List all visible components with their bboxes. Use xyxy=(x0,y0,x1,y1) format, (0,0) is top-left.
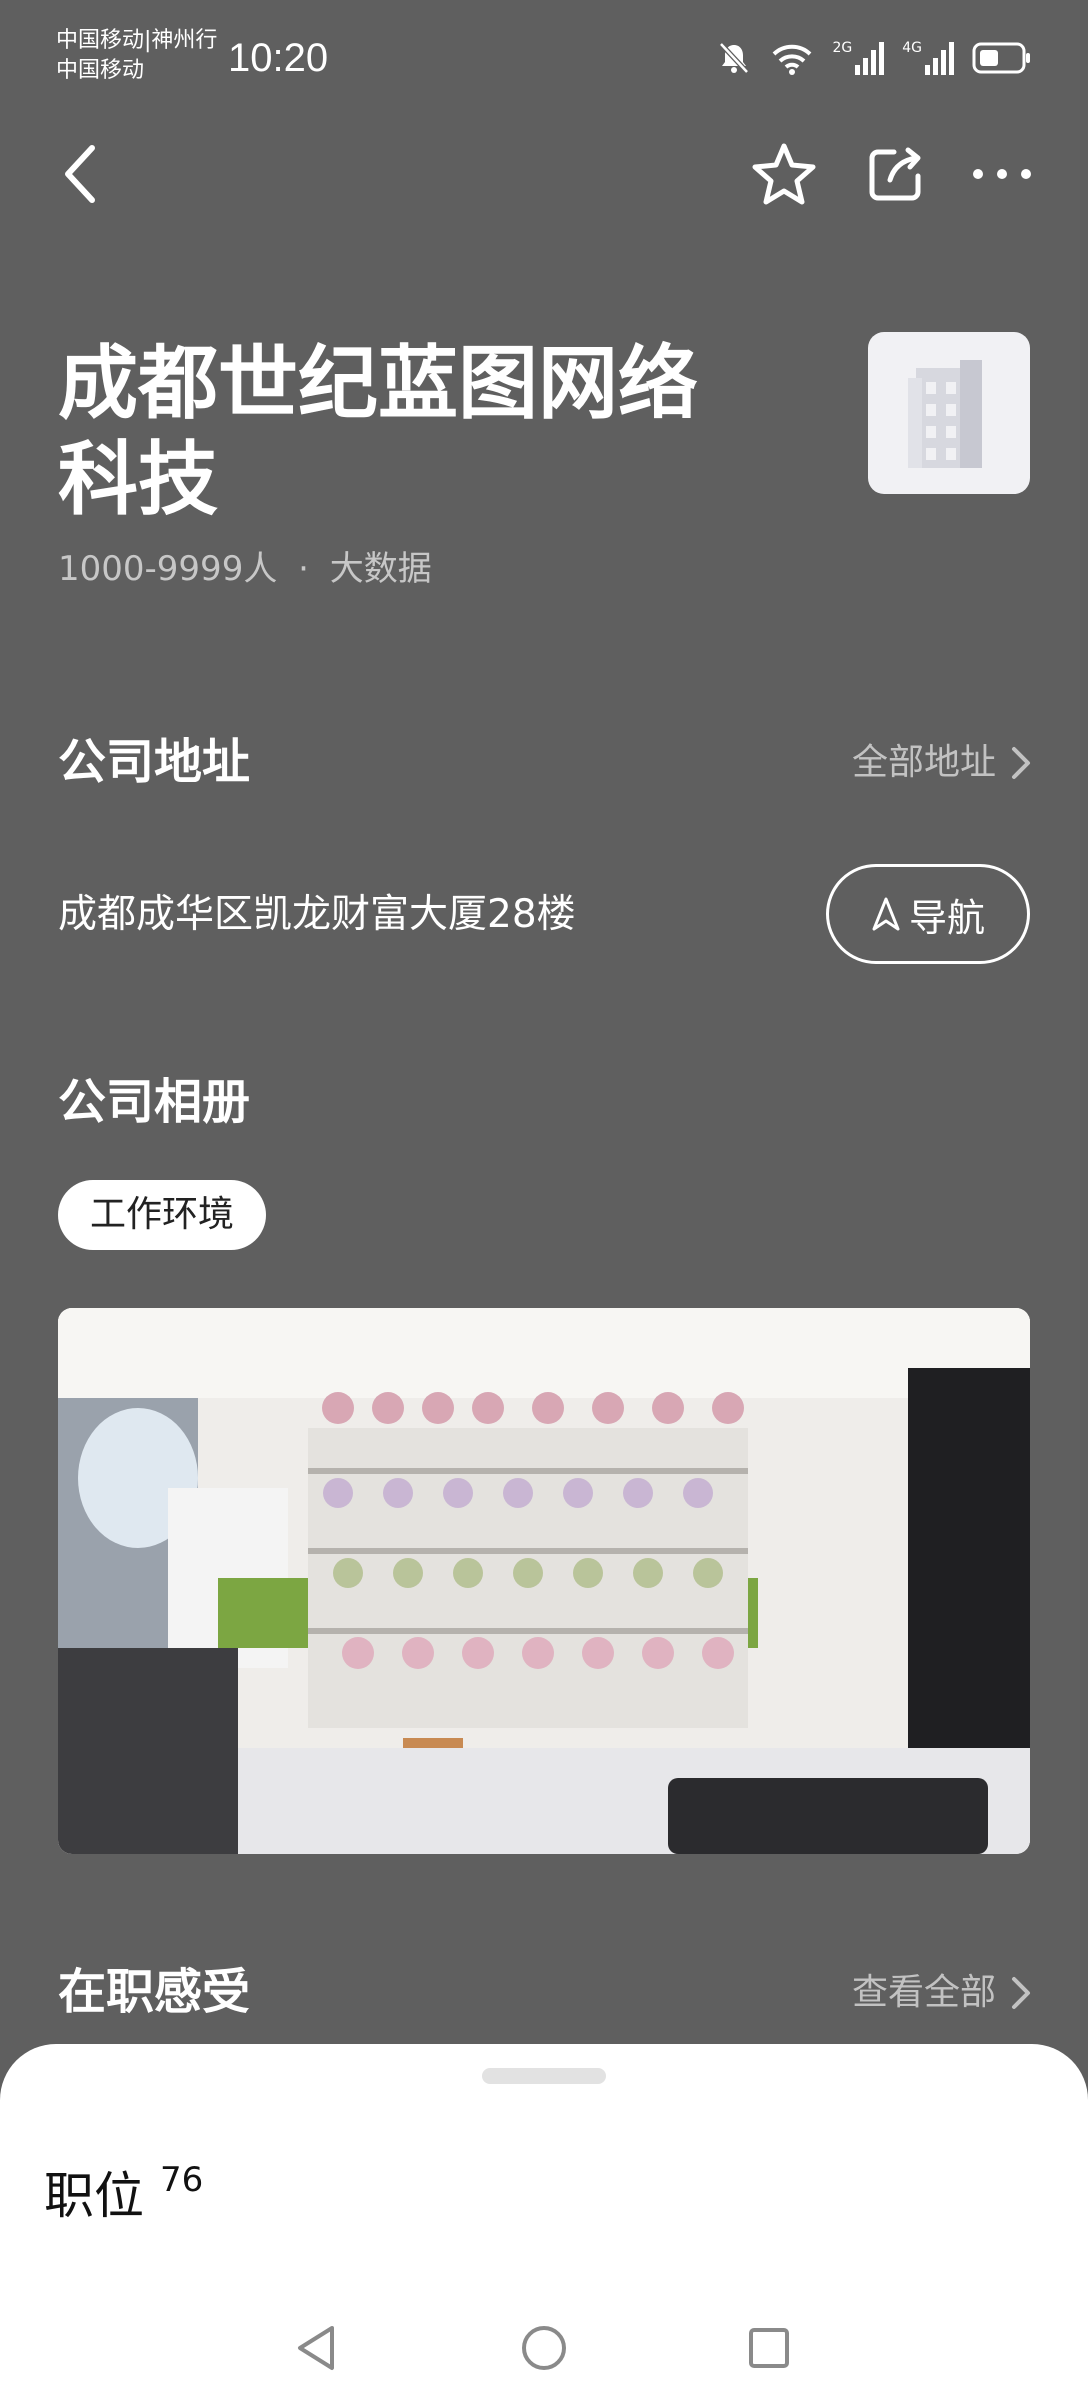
navigate-label: 导航 xyxy=(908,895,985,940)
navigate-button[interactable]: 导航 xyxy=(826,864,1030,964)
system-nav-bar xyxy=(0,2300,1088,2400)
company-meta: 1000-9999人 · 大数据 xyxy=(58,546,432,592)
signal-2g-icon: 2G xyxy=(832,40,885,75)
positions-label: 职位 xyxy=(44,2167,144,2225)
album-photo[interactable] xyxy=(58,1308,1030,1854)
status-bar: 中国移动|神州行 中国移动 10:20 2G 4G xyxy=(0,0,1088,120)
view-all-label: 查看全部 xyxy=(851,1972,996,2013)
battery-icon xyxy=(972,41,1032,75)
more-button[interactable] xyxy=(962,134,1042,214)
triangle-back-icon xyxy=(298,2326,334,2370)
album-tab-work-environment[interactable]: 工作环境 xyxy=(58,1180,267,1250)
back-button[interactable] xyxy=(40,134,120,214)
status-icons: 2G 4G xyxy=(716,34,1032,82)
sheet-drag-handle[interactable] xyxy=(482,2068,606,2084)
carrier-info: 中国移动|神州行 中国移动 xyxy=(56,26,217,86)
system-recents-button[interactable] xyxy=(733,2312,805,2384)
favorite-button[interactable] xyxy=(744,134,824,214)
share-button[interactable] xyxy=(856,134,936,214)
circle-home-icon xyxy=(522,2326,566,2370)
carrier-line-1: 中国移动|神州行 xyxy=(56,28,218,53)
company-industry: 大数据 xyxy=(329,549,432,589)
company-name: 成都世纪蓝图网络科技 xyxy=(58,337,698,526)
company-size: 1000-9999人 xyxy=(58,549,278,589)
address-section-title: 公司地址 xyxy=(58,734,251,790)
company-address: 成都成华区凯龙财富大厦28楼 xyxy=(58,892,576,937)
signal-2g-label: 2G xyxy=(832,40,853,56)
all-addresses-link[interactable]: 全部地址 xyxy=(852,738,1032,788)
chevron-right-icon xyxy=(1012,1977,1030,2009)
meta-separator: · xyxy=(298,549,309,589)
back-arrow-icon xyxy=(65,145,95,203)
chevron-right-icon xyxy=(1012,747,1030,779)
navigation-icon xyxy=(872,897,900,931)
signal-4g-icon: 4G xyxy=(902,41,954,75)
share-icon xyxy=(869,147,921,201)
all-addresses-label: 全部地址 xyxy=(851,742,996,783)
more-icon xyxy=(973,169,1031,179)
building-icon xyxy=(908,360,982,468)
review-section-title: 在职感受 xyxy=(58,1964,251,2020)
positions-count: 76 xyxy=(160,2160,204,2200)
square-recents-icon xyxy=(749,2328,789,2368)
view-all-reviews-link[interactable]: 查看全部 xyxy=(852,1968,1032,2018)
signal-4g-label: 4G xyxy=(902,40,922,56)
top-toolbar xyxy=(0,130,1088,220)
wifi-icon xyxy=(770,40,814,76)
album-section-title: 公司相册 xyxy=(58,1074,251,1130)
carrier-line-2: 中国移动 xyxy=(56,58,145,83)
star-icon xyxy=(752,143,816,205)
system-back-button[interactable] xyxy=(280,2312,352,2384)
clock: 10:20 xyxy=(228,36,329,80)
mute-bell-icon xyxy=(716,40,752,76)
system-home-button[interactable] xyxy=(508,2312,580,2384)
company-logo xyxy=(868,332,1030,494)
